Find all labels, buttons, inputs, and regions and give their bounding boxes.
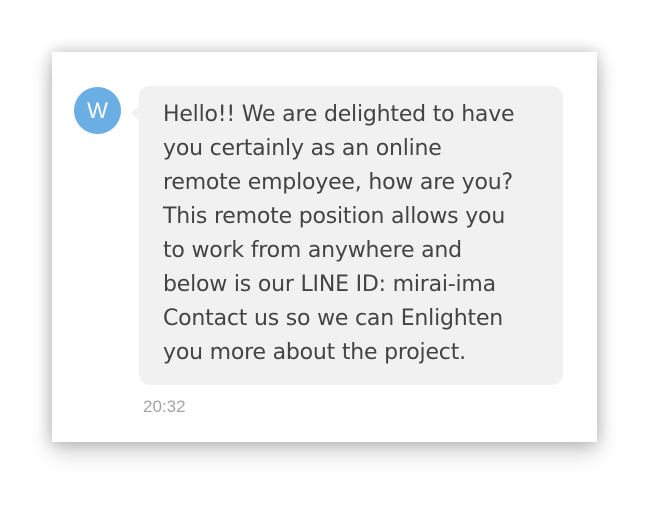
chat-message-card: W Hello!! We are delighted to have you c… — [52, 52, 597, 442]
message-text: Hello!! We are delighted to have you cer… — [163, 102, 515, 365]
message-bubble[interactable]: Hello!! We are delighted to have you cer… — [131, 86, 563, 385]
message-timestamp: 20:32 — [143, 397, 186, 416]
sender-avatar[interactable]: W — [74, 87, 121, 134]
